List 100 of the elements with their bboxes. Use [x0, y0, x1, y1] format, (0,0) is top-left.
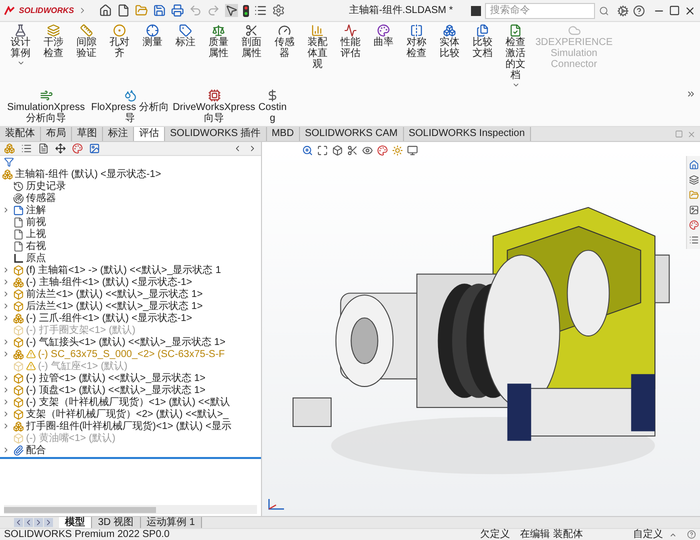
palette-icon[interactable] — [377, 145, 388, 156]
maximize-icon[interactable] — [669, 5, 680, 16]
image-tab-icon[interactable] — [89, 143, 100, 154]
ribbon-button[interactable]: 曲率 — [367, 24, 400, 48]
open-folder-icon[interactable] — [135, 4, 148, 17]
horizontal-scrollbar[interactable] — [4, 505, 257, 514]
ribbon-button[interactable]: 干涉检查 — [37, 24, 70, 59]
command-tab[interactable]: 评估 — [134, 127, 165, 141]
tree-item[interactable]: 注解 — [0, 204, 261, 216]
ribbon-button[interactable]: DriveWorksXpress 向导 — [172, 89, 256, 124]
tree-item[interactable]: 打手圈-组件(叶祥机械厂现货)<1> (默认) <显示 — [0, 420, 261, 432]
traffic-light-icon[interactable] — [243, 4, 249, 16]
home-icon[interactable] — [99, 4, 112, 17]
tree-item[interactable]: (-) 顶盘<1> (默认) <<默认>_显示状态 1> — [0, 384, 261, 396]
tree-item[interactable]: 历史记录 — [0, 180, 261, 192]
tree-item[interactable]: (-) 拉管<1> (默认) <<默认>_显示状态 1> — [0, 372, 261, 384]
select-cursor-icon[interactable] — [225, 4, 238, 17]
model-tab[interactable]: 模型 — [59, 517, 92, 528]
last-tab-icon[interactable] — [44, 518, 53, 527]
options-list-icon[interactable] — [254, 4, 267, 17]
tree-item[interactable]: (-) 主轴-组件<1> (默认) <显示状态-1> — [0, 276, 261, 288]
command-tab[interactable]: SOLIDWORKS 插件 — [165, 127, 267, 141]
palette-icon[interactable] — [688, 220, 698, 230]
command-tab[interactable]: 装配体 — [0, 127, 41, 141]
tree-item[interactable]: 后法兰<1> (默认) <<默认>_显示状态 1> — [0, 300, 261, 312]
ribbon-button[interactable]: 装配体直观 — [301, 24, 334, 70]
ribbon-button[interactable]: 检查激活的文档 — [499, 24, 532, 89]
scroll-left-icon[interactable] — [233, 144, 242, 153]
command-tab[interactable]: SOLIDWORKS Inspection — [404, 127, 531, 141]
tree-item[interactable]: 上视 — [0, 228, 261, 240]
configuration-tab-icon[interactable] — [38, 143, 49, 154]
cube-view-icon[interactable] — [332, 145, 343, 156]
tree-item[interactable]: (f) 主轴箱<1> -> (默认) <<默认>_显示状态 1 — [0, 264, 261, 276]
section-view-icon[interactable] — [347, 145, 358, 156]
settings-icon[interactable] — [272, 4, 285, 17]
fit-view-icon[interactable] — [317, 145, 328, 156]
folder-icon[interactable] — [688, 190, 698, 200]
tree-item[interactable]: 主轴箱-组件 (默认) <显示状态-1> — [0, 168, 261, 180]
tree-item[interactable]: 右视 — [0, 240, 261, 252]
note-icon — [13, 204, 24, 216]
eye-icon[interactable] — [362, 145, 373, 156]
command-tab[interactable]: MBD — [266, 127, 300, 141]
ribbon-button[interactable]: FloXpress 分析向导 — [88, 89, 172, 124]
first-tab-icon[interactable] — [14, 518, 23, 527]
ribbon-button[interactable]: 间隙验证 — [70, 24, 103, 59]
expand-icon[interactable] — [78, 6, 87, 15]
tree-item[interactable]: 配合 — [0, 444, 261, 456]
ribbon-button[interactable]: 对称检查 — [400, 24, 433, 59]
ribbon-button[interactable]: 测量 — [136, 24, 169, 48]
help-icon[interactable] — [687, 530, 696, 539]
tree-item[interactable]: 原点 — [0, 252, 261, 264]
scroll-right-icon[interactable] — [248, 144, 257, 153]
ribbon-button[interactable]: 质量属性 — [202, 24, 235, 59]
previous-tab-icon[interactable] — [24, 518, 33, 527]
command-tab[interactable]: 布局 — [41, 127, 72, 141]
appearance-tab-icon[interactable] — [72, 143, 83, 154]
tree-item[interactable]: (-) 三爪-组件<1> (默认) <显示状态-1> — [0, 312, 261, 324]
tree-item[interactable]: (-) 支架（叶祥机械厂现货）<1> (默认) <<默认 — [0, 396, 261, 408]
layers-icon[interactable] — [688, 175, 698, 185]
sun-icon[interactable] — [392, 145, 403, 156]
ribbon-button[interactable]: SimulationXpress 分析向导 — [4, 89, 88, 124]
zoom-icon[interactable] — [302, 145, 313, 156]
image-icon[interactable] — [688, 205, 698, 215]
new-file-icon[interactable] — [117, 4, 130, 17]
search-field[interactable]: 搜索命令 — [485, 2, 595, 18]
tree-item[interactable]: (-) 气缸接头<1> (默认) <<默认>_显示状态 1> — [0, 336, 261, 348]
command-tab[interactable]: 标注 — [103, 127, 134, 141]
print-icon[interactable] — [171, 4, 184, 17]
monitor-icon[interactable] — [407, 145, 418, 156]
part-icon — [13, 300, 24, 312]
ribbon-button[interactable]: 实体比较 — [433, 24, 466, 59]
close-icon[interactable] — [684, 4, 696, 16]
ribbon-button[interactable]: 剖面属性 — [235, 24, 268, 59]
more-icon[interactable] — [686, 89, 696, 99]
tree-item[interactable]: 前视 — [0, 216, 261, 228]
command-tab[interactable]: 草图 — [72, 127, 103, 141]
tree-item[interactable]: 传感器 — [0, 192, 261, 204]
filter-icon[interactable] — [4, 157, 14, 167]
ribbon-button[interactable]: 性能评估 — [334, 24, 367, 59]
gear-icon[interactable] — [617, 4, 629, 16]
next-tab-icon[interactable] — [34, 518, 43, 527]
crosshair-tab-icon[interactable] — [55, 143, 66, 154]
ribbon-button[interactable]: 孔对齐 — [103, 24, 136, 59]
tree-item[interactable]: 前法兰<1> (默认) <<默认>_显示状态 1> — [0, 288, 261, 300]
save-icon[interactable] — [153, 4, 166, 17]
model-tab[interactable]: 3D 视图 — [92, 517, 141, 528]
ribbon-button[interactable]: 标注 — [169, 24, 202, 48]
model-tab[interactable]: 运动算例 1 — [140, 517, 202, 528]
ribbon-button[interactable]: 传感器 — [268, 24, 301, 59]
home-icon[interactable] — [688, 160, 698, 170]
ribbon-button[interactable]: 比较文档 — [466, 24, 499, 59]
ribbon-button[interactable]: Costing — [256, 89, 289, 124]
tree-item[interactable]: 支架（叶祥机械厂现货）<2> (默认) <<默认>_ — [0, 408, 261, 420]
property-tab-icon[interactable] — [21, 143, 32, 154]
tree-tab-icon[interactable] — [4, 143, 15, 154]
search-icon[interactable] — [599, 6, 609, 16]
help-icon[interactable] — [633, 4, 645, 16]
units-status[interactable]: 自定义 — [633, 529, 663, 540]
ribbon-button[interactable]: 设计算例 — [4, 24, 37, 67]
command-tab[interactable]: SOLIDWORKS CAM — [300, 127, 404, 141]
